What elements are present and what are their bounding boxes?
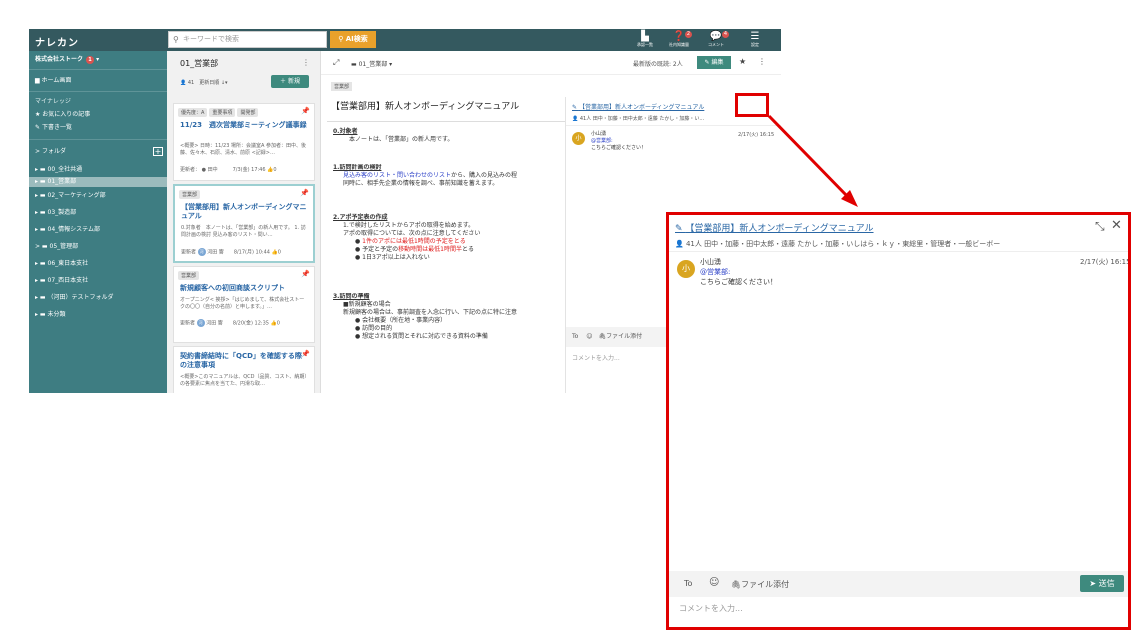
mention-to-button[interactable]: To bbox=[684, 579, 692, 588]
comment-title-text: 【営業部用】新人オンボーディングマニュアル bbox=[685, 224, 874, 234]
emoji-icon[interactable]: ☺ bbox=[709, 577, 719, 588]
comment-body: 小山湧 @営業部: こちらご確認ください！ bbox=[700, 257, 777, 287]
attach-label: ファイル添付 bbox=[741, 580, 790, 589]
comment-input[interactable]: コメントを入力... bbox=[679, 603, 743, 614]
member-list[interactable]: 👤 41人 田中・加藤・田中太郎・遠藤 たかし・加藤・いしはら・ｋｙ・東総里・管… bbox=[675, 239, 1000, 249]
attach-button[interactable]: 🖇ファイル添付 bbox=[731, 579, 789, 590]
comment-panel-title[interactable]: ✎ 【営業部用】新人オンボーディングマニュアル bbox=[675, 221, 874, 234]
comment-toolbar: To ☺ 🖇ファイル添付 ➤ 送信 bbox=[669, 571, 1128, 597]
comment-message: こちらご確認ください！ bbox=[700, 278, 777, 286]
shrink-icon[interactable]: ⤡ bbox=[1095, 219, 1105, 234]
avatar: 小 bbox=[677, 260, 695, 278]
comment-date: 2/17(火) 16:15 bbox=[1080, 258, 1131, 266]
send-label: 送信 bbox=[1098, 579, 1115, 588]
close-icon[interactable]: ✕ bbox=[1111, 218, 1122, 233]
arrow-line bbox=[767, 114, 850, 199]
divider bbox=[669, 251, 1128, 252]
comment-author: 小山湧 bbox=[700, 258, 721, 266]
comment-mention[interactable]: @営業部: bbox=[700, 267, 777, 277]
members-text: 41人 田中・加藤・田中太郎・遠藤 たかし・加藤・いしはら・ｋｙ・東総里・管理者… bbox=[685, 240, 1001, 248]
comment-panel-zoomed: ✎ 【営業部用】新人オンボーディングマニュアル ⤡ ✕ 👤 41人 田中・加藤・… bbox=[666, 212, 1131, 630]
send-button[interactable]: ➤ 送信 bbox=[1080, 575, 1124, 592]
